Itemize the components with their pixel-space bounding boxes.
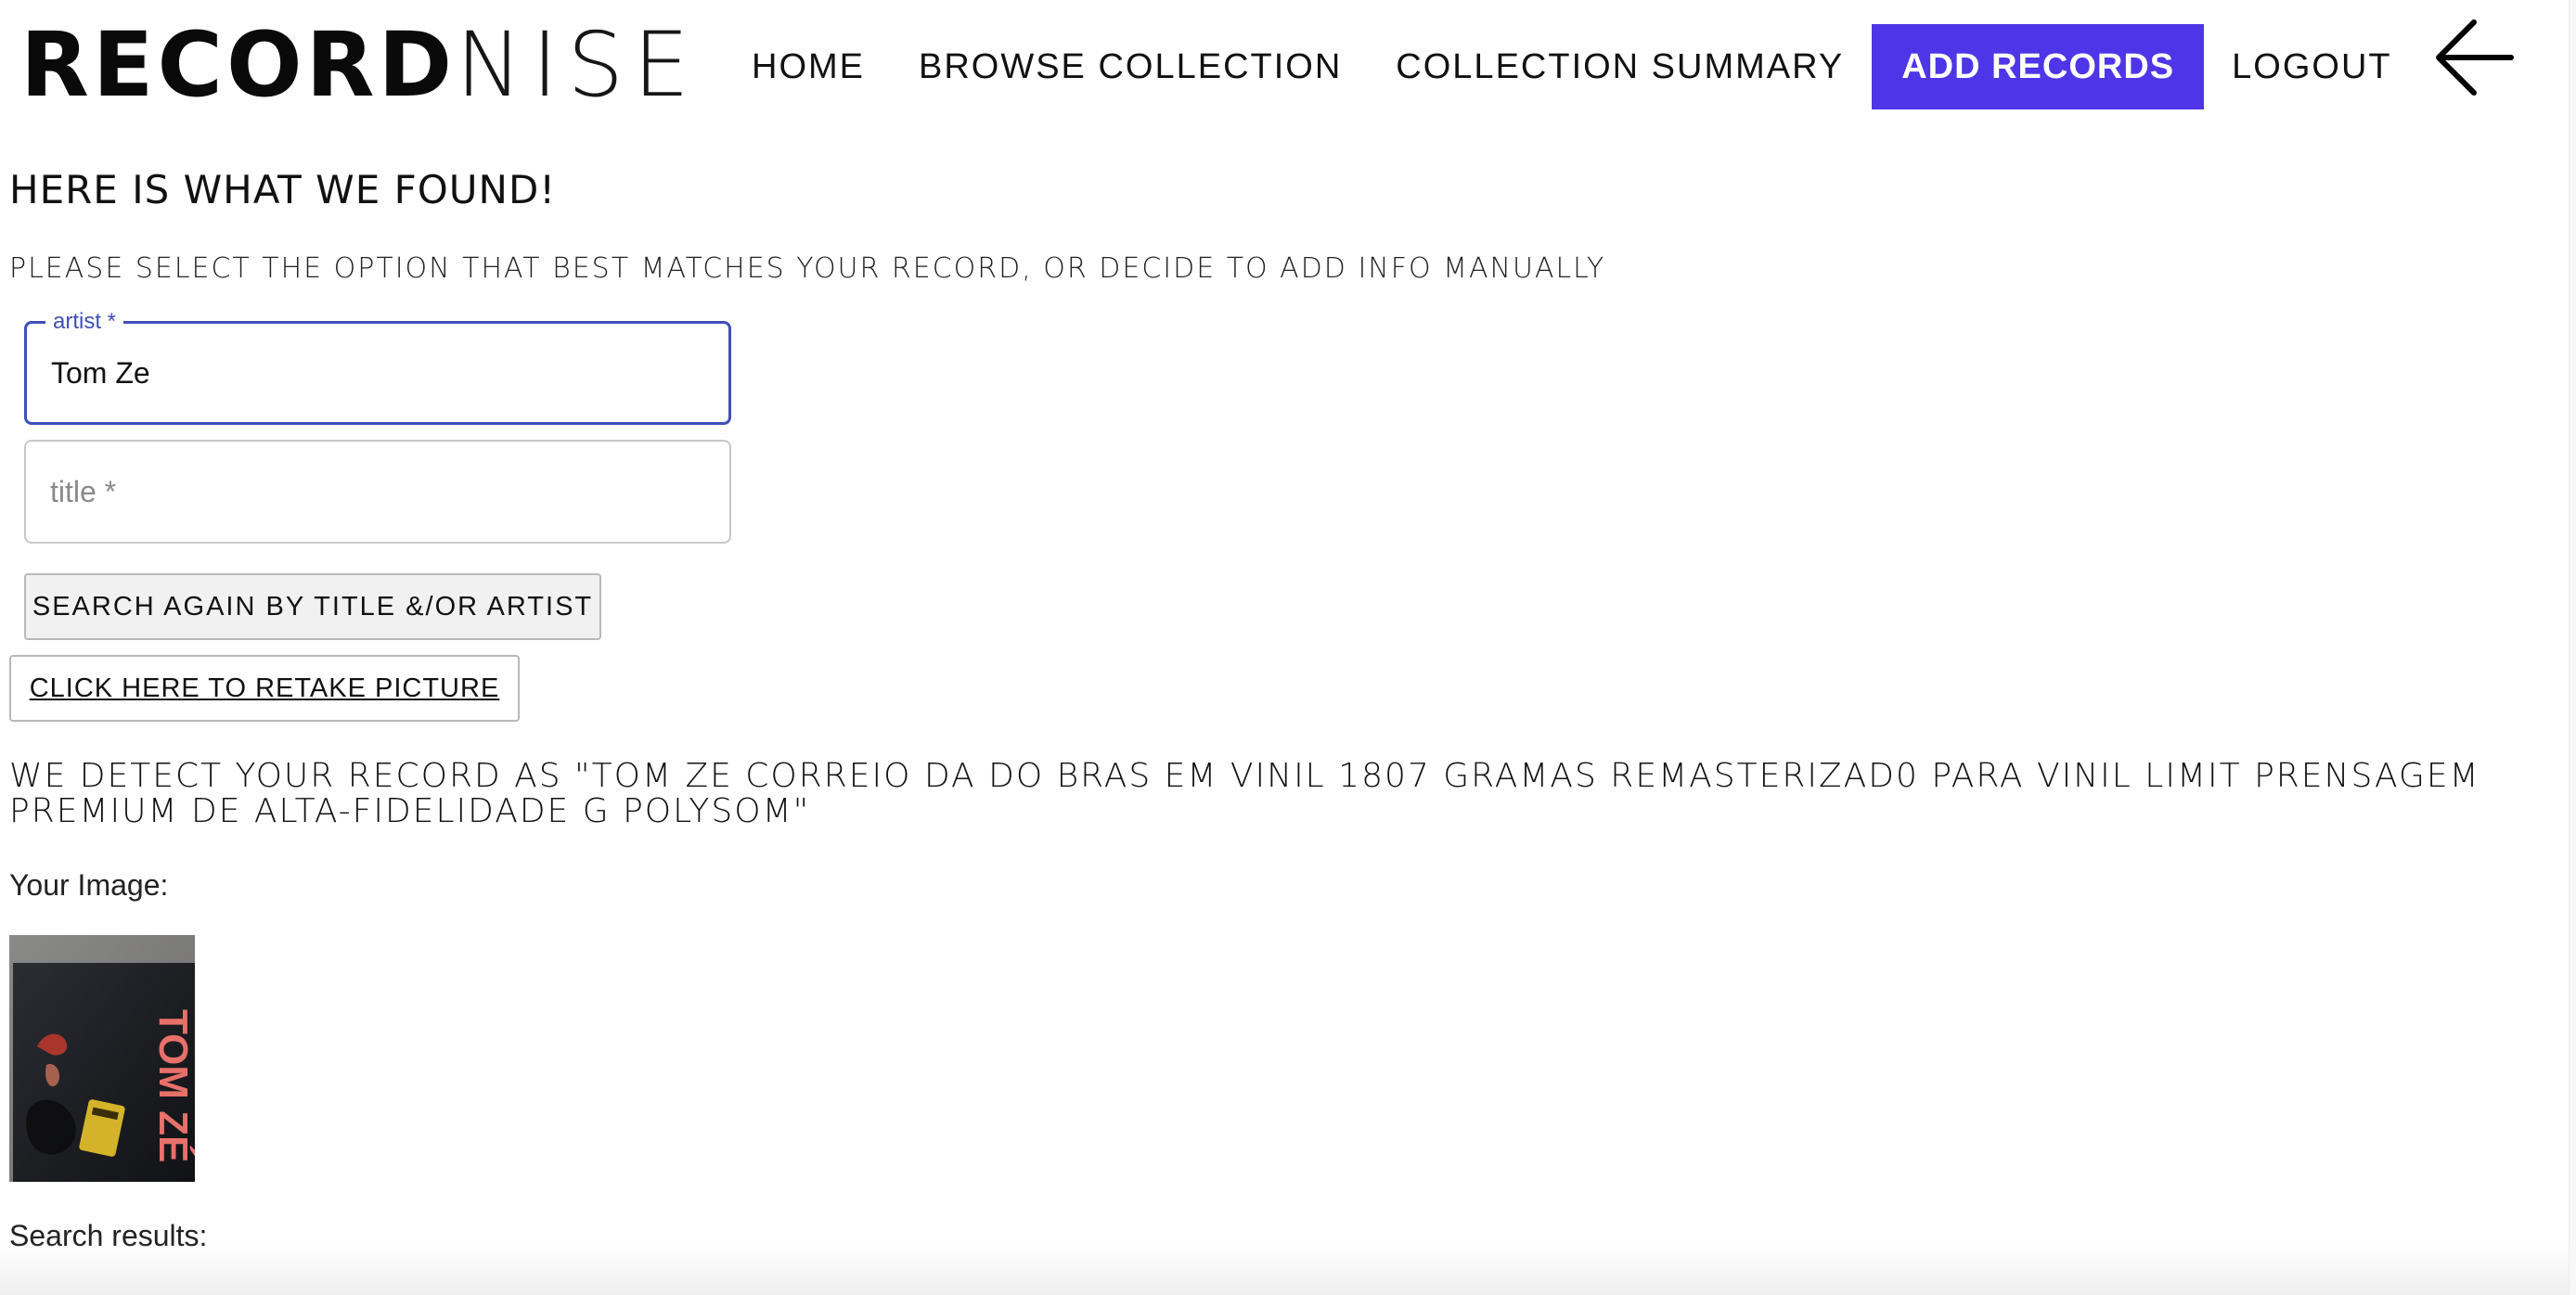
page-subheading: PLEASE SELECT THE OPTION THAT BEST MATCH… bbox=[9, 252, 1606, 285]
retake-picture-button[interactable]: CLICK HERE TO RETAKE PICTURE bbox=[9, 655, 520, 722]
nav-logout[interactable]: LOGOUT bbox=[2232, 47, 2391, 87]
cover-title-text: TOM ZÉ bbox=[150, 1009, 195, 1162]
artist-input[interactable] bbox=[51, 324, 701, 422]
nav-collection-summary[interactable]: COLLECTION SUMMARY bbox=[1396, 47, 1844, 87]
arrow-left-icon[interactable] bbox=[2431, 15, 2517, 100]
detected-record-text: WE DETECT YOUR RECORD AS "TOM ZE CORREIO… bbox=[9, 757, 2480, 830]
record-photo: TOM ZÉ bbox=[9, 935, 195, 1182]
your-image-label: Your Image: bbox=[9, 868, 169, 902]
app-logo[interactable]: RECORD NISE bbox=[20, 13, 699, 117]
logo-bold-text: RECORD bbox=[20, 13, 457, 117]
main-nav: HOME BROWSE COLLECTION COLLECTION SUMMAR… bbox=[752, 24, 2446, 109]
logo-thin-text: NISE bbox=[456, 13, 699, 117]
title-field bbox=[24, 440, 731, 544]
nav-home[interactable]: HOME bbox=[752, 47, 865, 87]
nav-browse-collection[interactable]: BROWSE COLLECTION bbox=[919, 47, 1342, 87]
artist-field: artist * bbox=[24, 309, 731, 425]
bottom-fade bbox=[0, 1243, 2576, 1295]
page-heading: HERE IS WHAT WE FOUND! bbox=[9, 167, 557, 212]
search-again-button[interactable]: SEARCH AGAIN BY TITLE &/OR ARTIST bbox=[24, 573, 601, 640]
title-input[interactable] bbox=[50, 442, 700, 542]
page: RECORD NISE HOME BROWSE COLLECTION COLLEC… bbox=[0, 0, 2576, 1295]
page-scrollbar[interactable] bbox=[2569, 0, 2576, 1295]
nav-add-records[interactable]: ADD RECORDS bbox=[1872, 24, 2205, 109]
